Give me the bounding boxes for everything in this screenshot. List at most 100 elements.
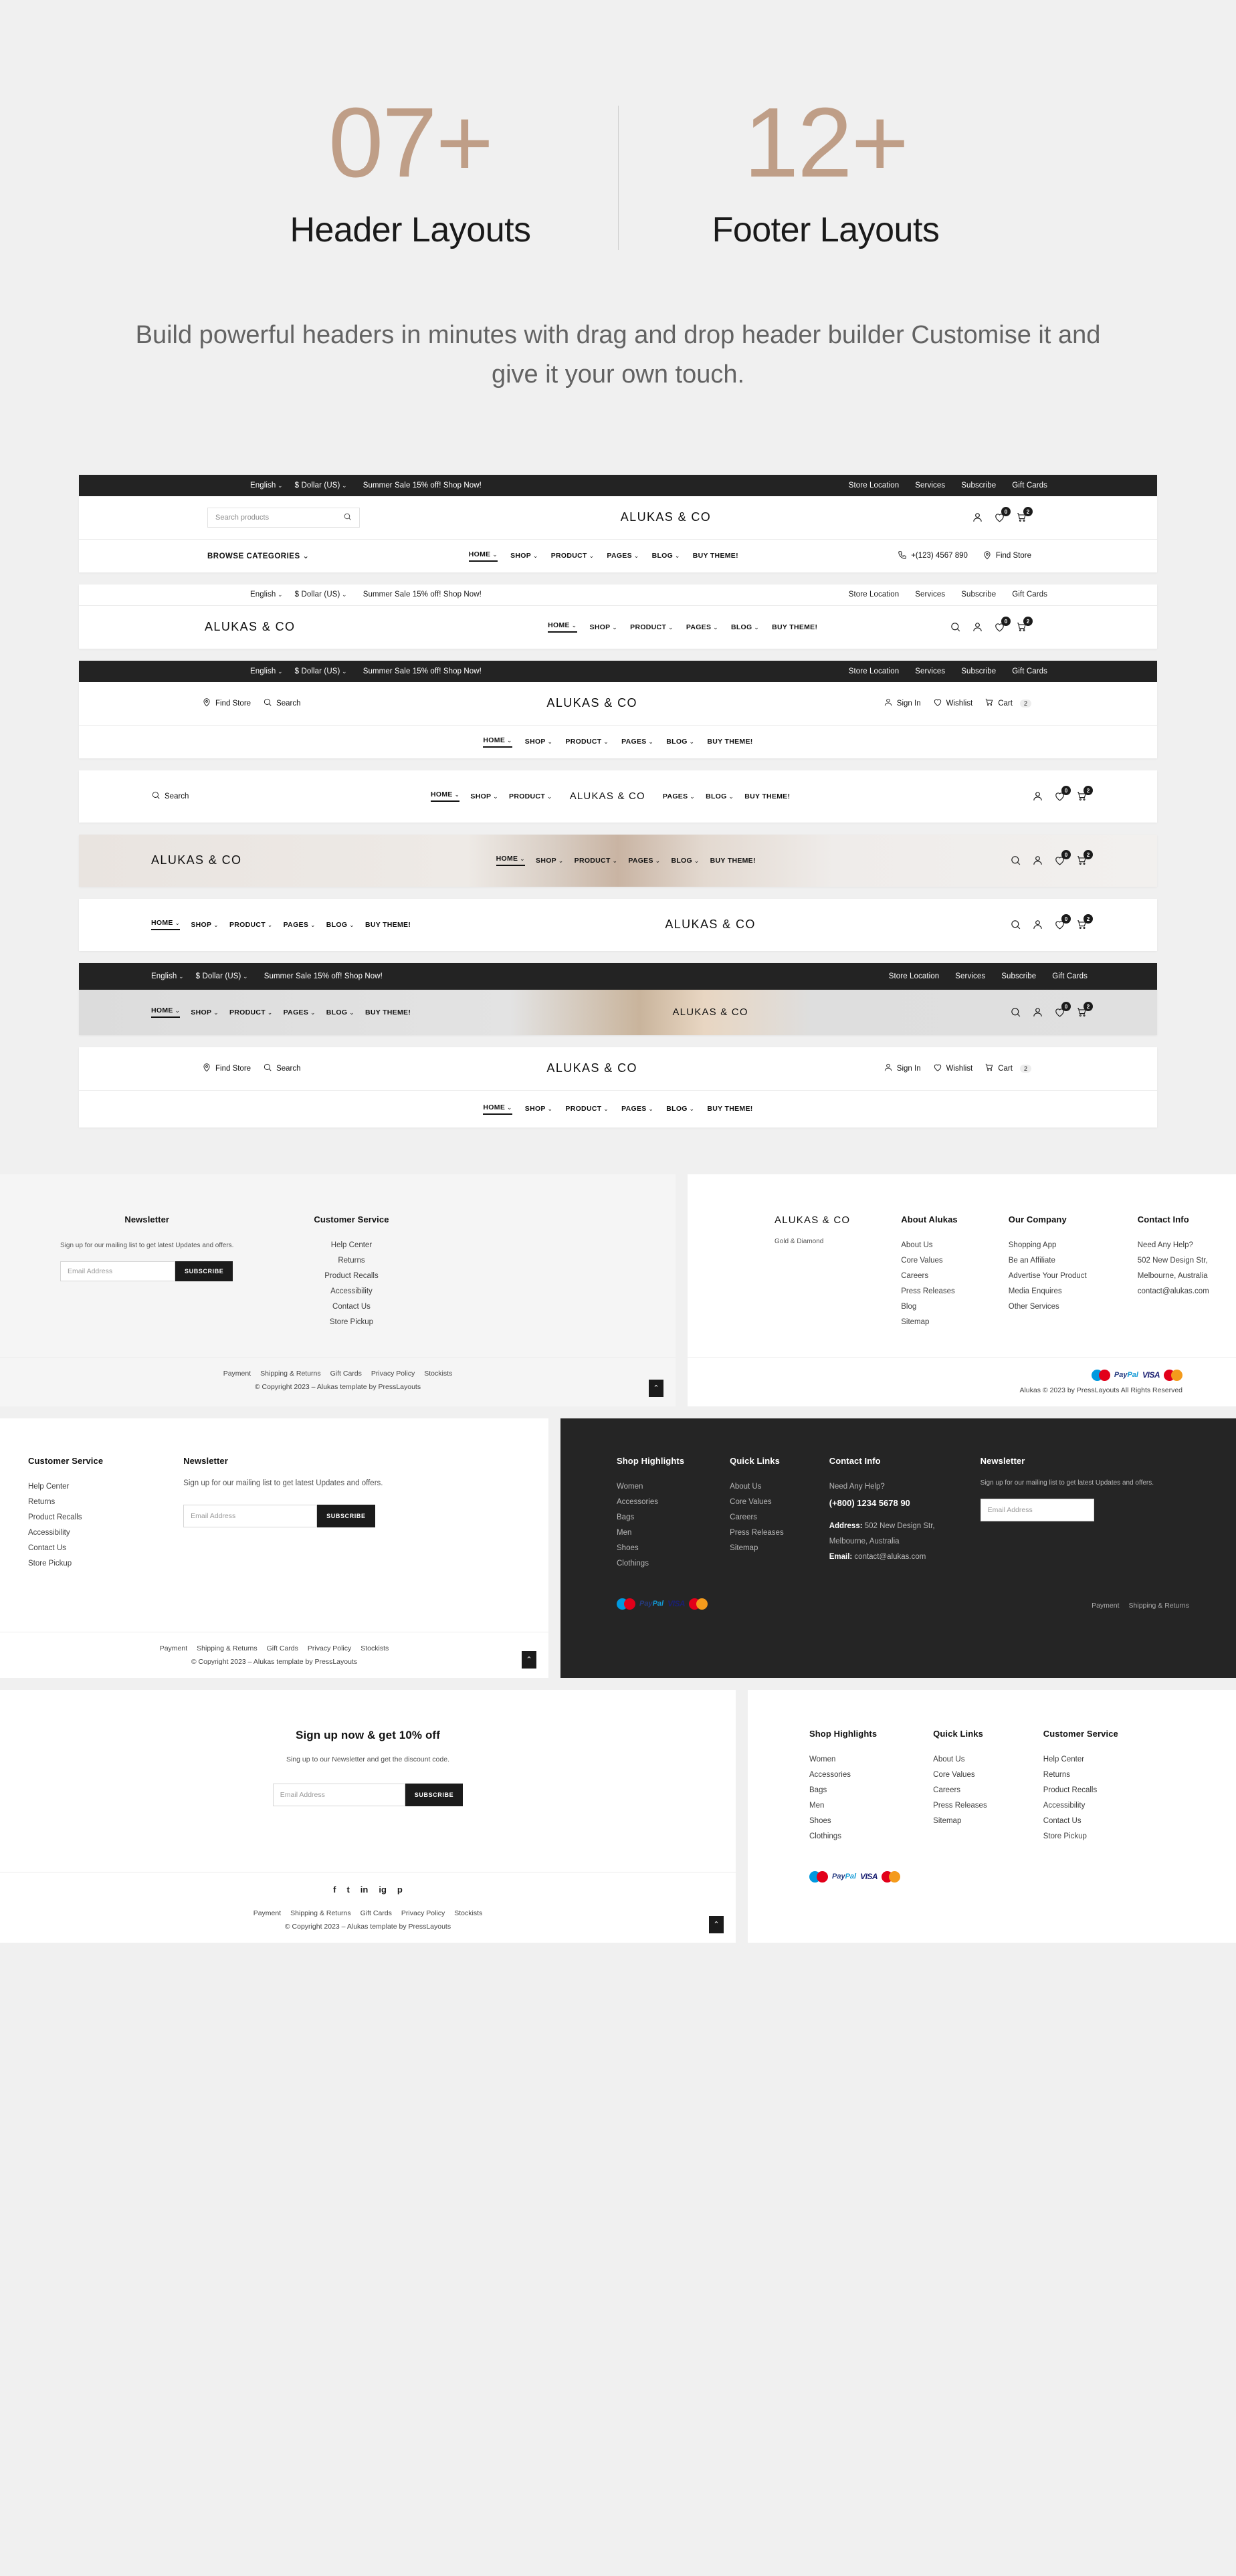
footer-link[interactable]: Careers	[901, 1269, 958, 1284]
contact-email[interactable]: contact@alukas.com	[1138, 1284, 1209, 1299]
footer-link[interactable]: Help Center	[28, 1479, 103, 1495]
nav-shop[interactable]: SHOP	[191, 1008, 219, 1016]
cart-icon[interactable]: 2	[1076, 850, 1093, 866]
footer-link[interactable]: Store Pickup	[1043, 1829, 1118, 1844]
bottom-link[interactable]: Payment	[160, 1644, 187, 1652]
link-subscribe[interactable]: Subscribe	[961, 481, 996, 490]
footer-link[interactable]: Media Enquires	[1009, 1284, 1087, 1299]
cart-icon[interactable]: 2	[1076, 914, 1093, 930]
footer-link[interactable]: Clothings	[809, 1829, 877, 1844]
footer-link[interactable]: Contact Us	[1043, 1814, 1118, 1829]
bottom-link[interactable]: Stockists	[454, 1909, 482, 1917]
brand-logo[interactable]: ALUKAS & CO	[621, 510, 711, 524]
bottom-link[interactable]: Stockists	[360, 1644, 389, 1652]
wishlist-icon[interactable]: 0	[1054, 1002, 1071, 1018]
footer-link[interactable]: Careers	[730, 1510, 784, 1525]
footer-link[interactable]: Accessories	[809, 1767, 877, 1783]
bottom-link[interactable]: Privacy Policy	[401, 1909, 445, 1917]
nav-shop[interactable]: SHOP	[536, 857, 564, 865]
footer-link[interactable]: Clothings	[617, 1556, 684, 1572]
sign-in-link[interactable]: Sign In	[884, 1063, 921, 1074]
link-store-location[interactable]: Store Location	[849, 591, 900, 599]
nav-buy-theme[interactable]: BUY THEME!	[707, 738, 752, 746]
nav-pages[interactable]: PAGES	[621, 1105, 653, 1113]
twitter-icon[interactable]: t	[346, 1885, 349, 1895]
account-icon[interactable]	[1032, 1006, 1043, 1018]
cart-icon[interactable]: 2	[1076, 1002, 1093, 1018]
nav-product[interactable]: PRODUCT	[229, 921, 273, 929]
header-mockup-7[interactable]: English $ Dollar (US) Summer Sale 15% of…	[79, 962, 1157, 1035]
nav-product[interactable]: PRODUCT	[509, 792, 552, 800]
link-services[interactable]: Services	[955, 972, 985, 980]
wishlist-icon[interactable]: 0	[994, 617, 1011, 633]
bottom-link[interactable]: Payment	[1092, 1602, 1119, 1610]
currency-selector[interactable]: $ Dollar (US)	[295, 591, 347, 599]
link-gift-cards[interactable]: Gift Cards	[1012, 667, 1047, 675]
link-services[interactable]: Services	[915, 481, 945, 490]
footer-link[interactable]: Contact Us	[28, 1541, 103, 1556]
nav-pages[interactable]: PAGES	[663, 792, 695, 800]
linkedin-icon[interactable]: in	[360, 1885, 369, 1895]
nav-pages[interactable]: PAGES	[607, 552, 639, 560]
footer-link[interactable]: Product Recalls	[314, 1269, 389, 1284]
footer-link[interactable]: Men	[809, 1798, 877, 1814]
find-store-link[interactable]: Find Store	[202, 1063, 251, 1074]
search-icon[interactable]	[950, 621, 961, 633]
nav-product[interactable]: PRODUCT	[551, 552, 595, 560]
currency-selector[interactable]: $ Dollar (US)	[295, 481, 347, 490]
footer-link[interactable]: Accessibility	[314, 1284, 389, 1299]
link-gift-cards[interactable]: Gift Cards	[1012, 481, 1047, 490]
nav-buy-theme[interactable]: BUY THEME!	[693, 552, 738, 560]
footer-link[interactable]: Men	[617, 1525, 684, 1541]
brand-logo[interactable]: ALUKAS & CO	[546, 1061, 637, 1075]
phone-link[interactable]: +(123) 4567 890	[898, 550, 968, 562]
footer-link[interactable]: Product Recalls	[1043, 1783, 1118, 1798]
nav-product[interactable]: PRODUCT	[630, 623, 674, 631]
link-services[interactable]: Services	[915, 591, 945, 599]
footer-link[interactable]: Women	[617, 1479, 684, 1495]
footer-link[interactable]: Bags	[617, 1510, 684, 1525]
sign-in-link[interactable]: Sign In	[884, 697, 921, 709]
search-link[interactable]: Search	[151, 790, 189, 802]
header-mockup-2[interactable]: English $ Dollar (US) Summer Sale 15% of…	[79, 584, 1157, 649]
nav-home[interactable]: HOME	[151, 1006, 181, 1018]
nav-blog[interactable]: BLOG	[706, 792, 734, 800]
nav-buy-theme[interactable]: BUY THEME!	[772, 623, 817, 631]
cart-link[interactable]: Cart 2	[985, 697, 1031, 709]
pinterest-icon[interactable]: p	[397, 1885, 403, 1895]
footer-link[interactable]: Store Pickup	[314, 1315, 389, 1330]
contact-email-value[interactable]: contact@alukas.com	[854, 1553, 926, 1561]
subscribe-button[interactable]: SUBSCRIBE	[405, 1783, 463, 1806]
footer-link[interactable]: Press Releases	[933, 1798, 987, 1814]
brand-logo[interactable]: ALUKAS & CO	[151, 853, 241, 867]
nav-pages[interactable]: PAGES	[628, 857, 660, 865]
footer-link[interactable]: Women	[809, 1752, 877, 1767]
bottom-link[interactable]: Payment	[253, 1909, 281, 1917]
nav-buy-theme[interactable]: BUY THEME!	[744, 792, 790, 800]
brand-logo[interactable]: ALUKAS & CO	[775, 1214, 850, 1226]
footer-link[interactable]: About Us	[933, 1752, 987, 1767]
promo-text[interactable]: Summer Sale 15% off! Shop Now!	[363, 481, 482, 490]
footer-mockup-1[interactable]: Newsletter Sign up for our mailing list …	[0, 1174, 676, 1406]
nav-buy-theme[interactable]: BUY THEME!	[710, 857, 756, 865]
nav-blog[interactable]: BLOG	[666, 738, 694, 746]
promo-text[interactable]: Summer Sale 15% off! Shop Now!	[264, 972, 383, 980]
footer-link[interactable]: Sitemap	[730, 1541, 784, 1556]
nav-home[interactable]: HOME	[468, 550, 498, 562]
link-gift-cards[interactable]: Gift Cards	[1012, 591, 1047, 599]
account-icon[interactable]	[1032, 919, 1043, 930]
bottom-link[interactable]: Privacy Policy	[371, 1370, 415, 1378]
footer-mockup-3[interactable]: Customer Service Help Center Returns Pro…	[0, 1418, 548, 1678]
nav-pages[interactable]: PAGES	[686, 623, 718, 631]
footer-link[interactable]: Core Values	[933, 1767, 987, 1783]
cart-icon[interactable]: 2	[1016, 617, 1033, 633]
link-store-location[interactable]: Store Location	[889, 972, 940, 980]
footer-link[interactable]: Advertise Your Product	[1009, 1269, 1087, 1284]
nav-shop[interactable]: SHOP	[525, 738, 553, 746]
nav-blog[interactable]: BLOG	[666, 1105, 694, 1113]
nav-blog[interactable]: BLOG	[652, 552, 680, 560]
search-icon[interactable]	[1010, 1006, 1021, 1018]
brand-logo[interactable]: ALUKAS & CO	[570, 790, 645, 802]
footer-link[interactable]: Help Center	[314, 1238, 389, 1253]
footer-link[interactable]: About Us	[901, 1238, 958, 1253]
